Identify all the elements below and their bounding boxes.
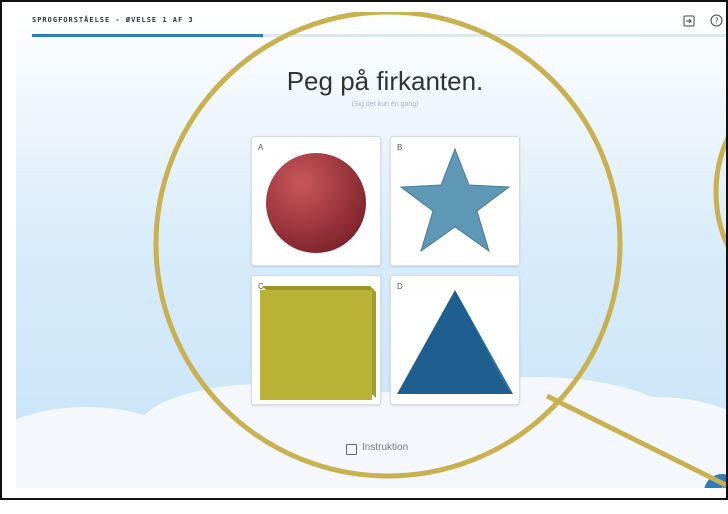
screenshot-frame: SPROGFORSTÅELSE - ØVELSE 1 AF 3 ? Peg på… — [0, 0, 728, 500]
magnifier-ring-secondary-icon — [713, 136, 726, 248]
magnifier-handle-icon — [545, 393, 726, 488]
exercise-app: SPROGFORSTÅELSE - ØVELSE 1 AF 3 ? Peg på… — [16, 12, 726, 488]
magnifier-ring-icon — [153, 12, 623, 479]
magnifier-overlay — [153, 12, 726, 488]
